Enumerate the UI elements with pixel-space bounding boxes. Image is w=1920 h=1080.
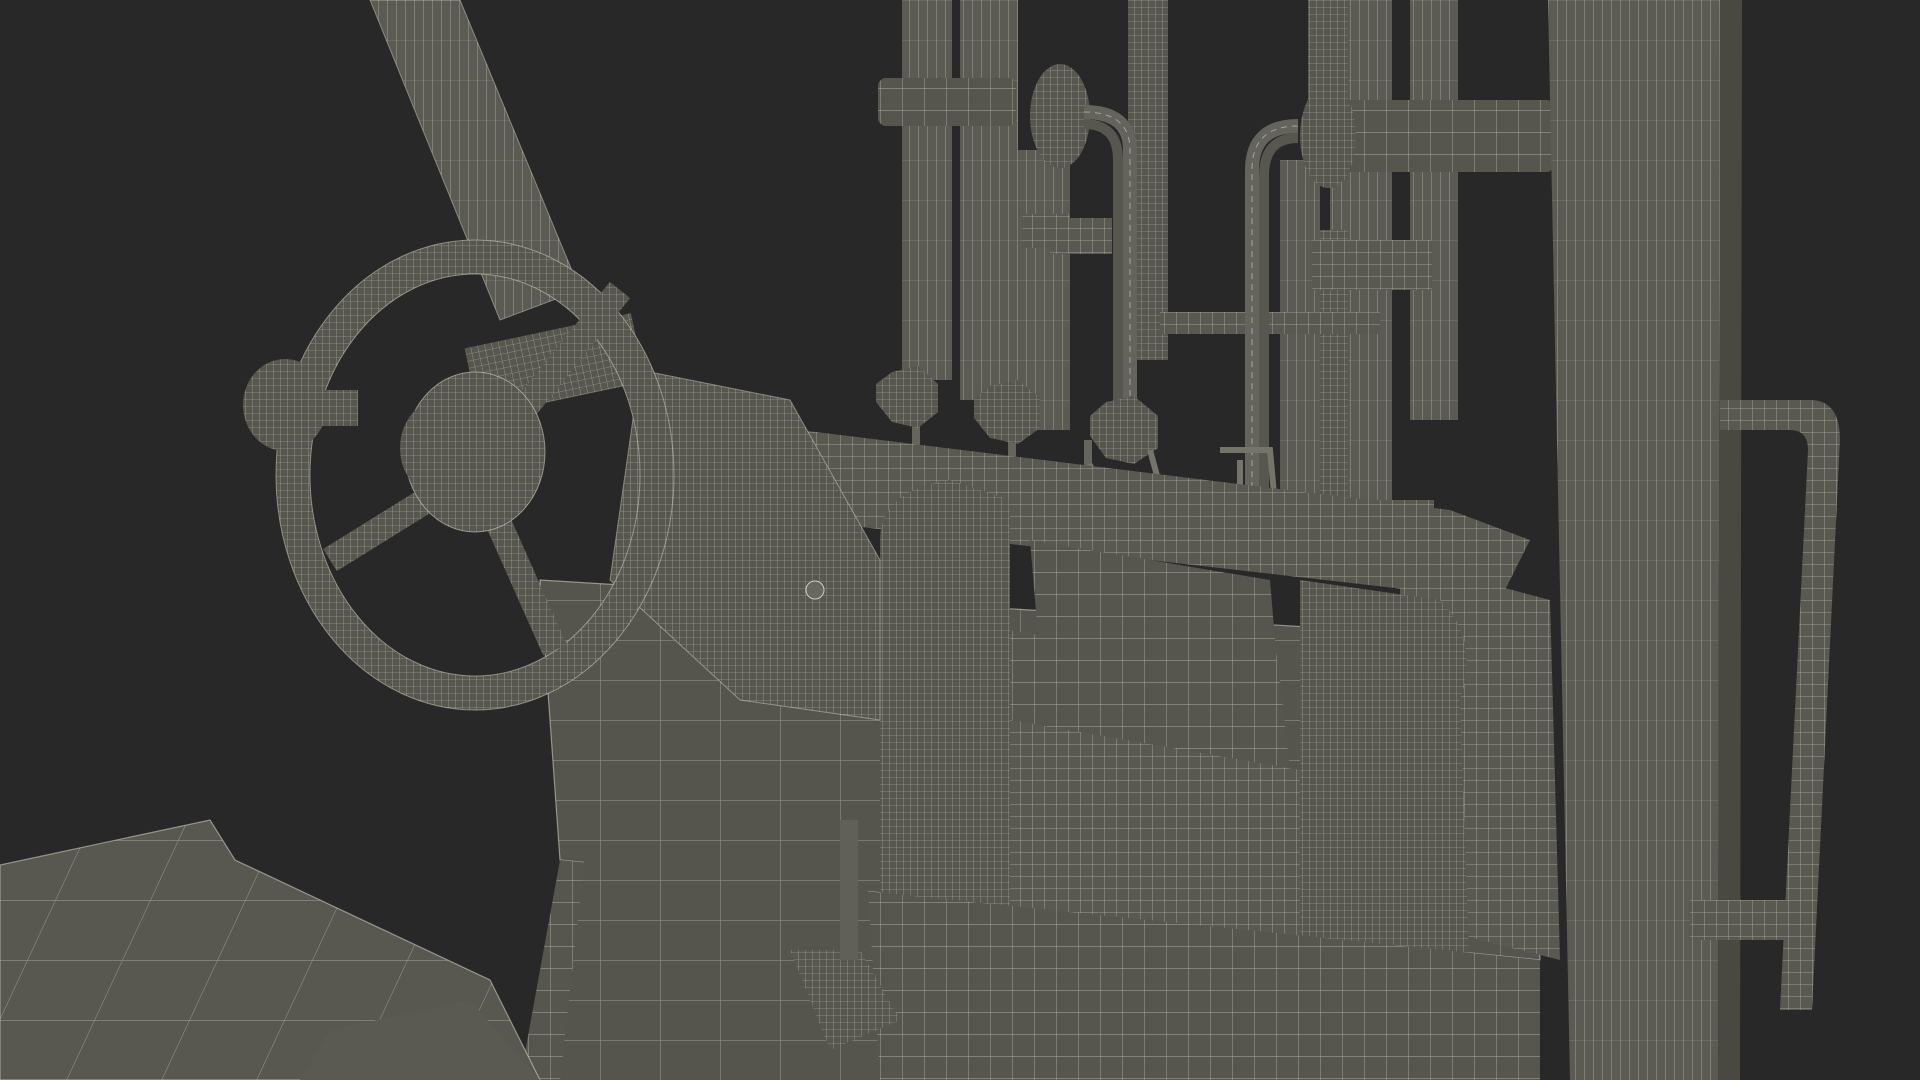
ambient-shade: [0, 0, 1920, 1080]
render-viewport: [0, 0, 1920, 1080]
forklift-wireframe-render: [0, 0, 1920, 1080]
